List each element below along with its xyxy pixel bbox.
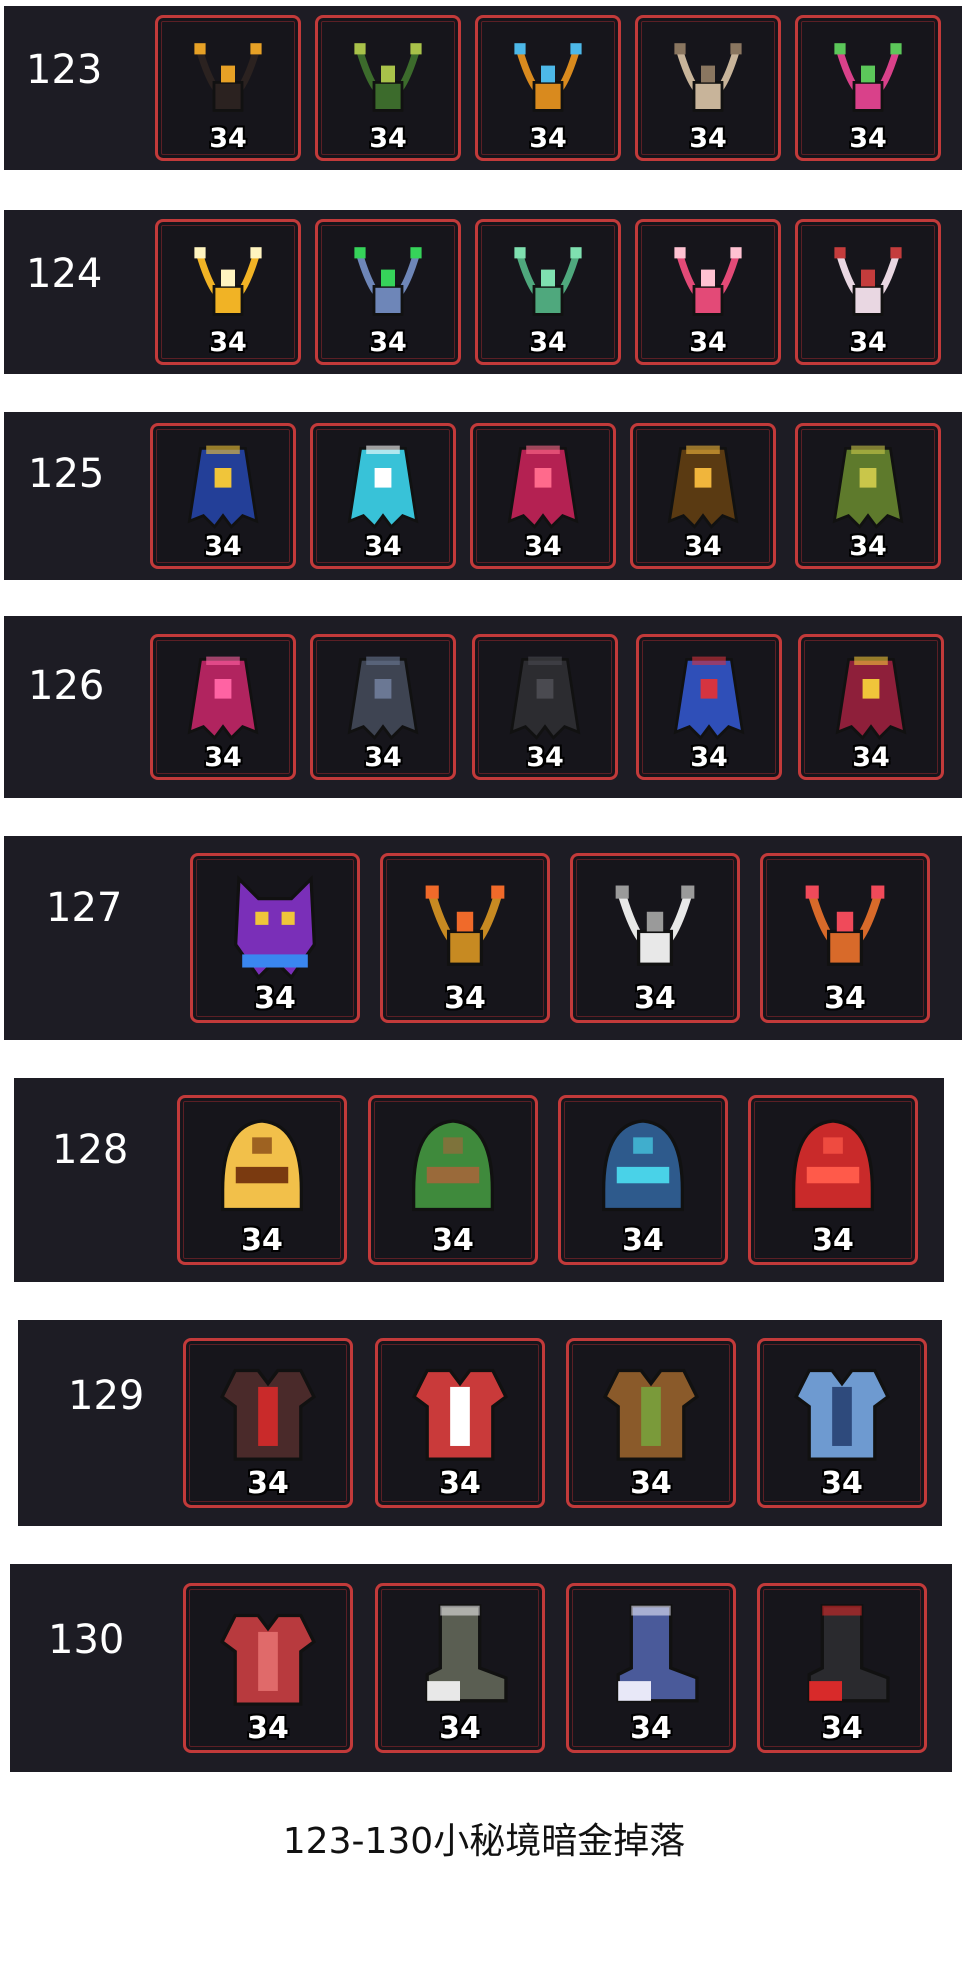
item-quantity: 34 <box>247 1711 289 1746</box>
level-row-124: 124 34 34 34 34 34 <box>4 210 962 374</box>
item-quantity: 34 <box>689 327 727 358</box>
item-slot[interactable]: 34 <box>190 853 360 1023</box>
item-slot[interactable]: 34 <box>380 853 550 1023</box>
level-label: 129 <box>68 1373 145 1419</box>
item-slot[interactable]: 34 <box>798 634 944 780</box>
item-quantity: 34 <box>526 742 564 773</box>
item-quantity: 34 <box>529 123 567 154</box>
item-slot[interactable]: 34 <box>760 853 930 1023</box>
item-slot[interactable]: 34 <box>310 423 456 569</box>
item-slot[interactable]: 34 <box>375 1583 545 1753</box>
item-slot[interactable]: 34 <box>155 15 301 161</box>
level-label: 127 <box>46 885 123 931</box>
item-quantity: 34 <box>689 123 727 154</box>
item-slot[interactable]: 34 <box>470 423 616 569</box>
level-row-129: 129 34 34 34 34 <box>18 1320 942 1526</box>
item-quantity: 34 <box>369 327 407 358</box>
item-quantity: 34 <box>690 742 728 773</box>
item-slot[interactable]: 34 <box>375 1338 545 1508</box>
item-quantity: 34 <box>524 531 562 562</box>
level-row-128: 128 34 34 34 34 <box>14 1078 944 1282</box>
item-quantity: 34 <box>630 1466 672 1501</box>
item-slot[interactable]: 34 <box>150 423 296 569</box>
item-slot[interactable]: 34 <box>368 1095 538 1265</box>
item-quantity: 34 <box>369 123 407 154</box>
item-quantity: 34 <box>849 123 887 154</box>
item-quantity: 34 <box>254 981 296 1016</box>
page-caption: 123-130小秘境暗金掉落 <box>282 1821 686 1862</box>
item-slot[interactable]: 34 <box>795 423 941 569</box>
level-row-126: 126 34 34 34 34 34 <box>4 616 962 798</box>
item-quantity: 34 <box>209 327 247 358</box>
item-quantity: 34 <box>364 742 402 773</box>
item-slot[interactable]: 34 <box>558 1095 728 1265</box>
item-slot[interactable]: 34 <box>155 219 301 365</box>
item-quantity: 34 <box>247 1466 289 1501</box>
item-slot[interactable]: 34 <box>757 1338 927 1508</box>
item-slot[interactable]: 34 <box>630 423 776 569</box>
item-quantity: 34 <box>529 327 567 358</box>
item-quantity: 34 <box>821 1711 863 1746</box>
item-slot[interactable]: 34 <box>177 1095 347 1265</box>
item-slot[interactable]: 34 <box>570 853 740 1023</box>
level-label: 130 <box>48 1617 125 1663</box>
item-quantity: 34 <box>634 981 676 1016</box>
item-quantity: 34 <box>444 981 486 1016</box>
item-slot[interactable]: 34 <box>183 1338 353 1508</box>
level-label: 128 <box>52 1127 129 1173</box>
item-slot[interactable]: 34 <box>635 219 781 365</box>
level-label: 123 <box>26 47 103 93</box>
item-slot[interactable]: 34 <box>310 634 456 780</box>
item-slot[interactable]: 34 <box>566 1338 736 1508</box>
item-slot[interactable]: 34 <box>757 1583 927 1753</box>
item-quantity: 34 <box>439 1711 481 1746</box>
level-row-130: 130 34 34 34 34 <box>10 1564 952 1772</box>
item-slot[interactable]: 34 <box>475 15 621 161</box>
item-slot[interactable]: 34 <box>566 1583 736 1753</box>
item-quantity: 34 <box>209 123 247 154</box>
level-label: 125 <box>28 451 105 497</box>
item-quantity: 34 <box>821 1466 863 1501</box>
item-slot[interactable]: 34 <box>150 634 296 780</box>
item-slot[interactable]: 34 <box>748 1095 918 1265</box>
level-label: 124 <box>26 251 103 297</box>
item-quantity: 34 <box>684 531 722 562</box>
item-quantity: 34 <box>622 1223 664 1258</box>
item-slot[interactable]: 34 <box>475 219 621 365</box>
item-slot[interactable]: 34 <box>315 15 461 161</box>
item-slot[interactable]: 34 <box>472 634 618 780</box>
item-slot[interactable]: 34 <box>183 1583 353 1753</box>
item-quantity: 34 <box>204 742 242 773</box>
item-quantity: 34 <box>364 531 402 562</box>
item-quantity: 34 <box>849 327 887 358</box>
item-quantity: 34 <box>432 1223 474 1258</box>
item-quantity: 34 <box>204 531 242 562</box>
level-label: 126 <box>28 663 105 709</box>
level-row-123: 123 34 34 34 34 34 <box>4 6 962 170</box>
item-slot[interactable]: 34 <box>635 15 781 161</box>
item-quantity: 34 <box>824 981 866 1016</box>
item-quantity: 34 <box>241 1223 283 1258</box>
level-row-127: 127 34 34 34 34 <box>4 836 962 1040</box>
item-quantity: 34 <box>849 531 887 562</box>
item-quantity: 34 <box>812 1223 854 1258</box>
item-slot[interactable]: 34 <box>795 219 941 365</box>
item-slot[interactable]: 34 <box>636 634 782 780</box>
item-slot[interactable]: 34 <box>795 15 941 161</box>
level-row-125: 125 34 34 34 34 34 <box>4 412 962 580</box>
item-slot[interactable]: 34 <box>315 219 461 365</box>
item-quantity: 34 <box>852 742 890 773</box>
item-quantity: 34 <box>630 1711 672 1746</box>
item-quantity: 34 <box>439 1466 481 1501</box>
